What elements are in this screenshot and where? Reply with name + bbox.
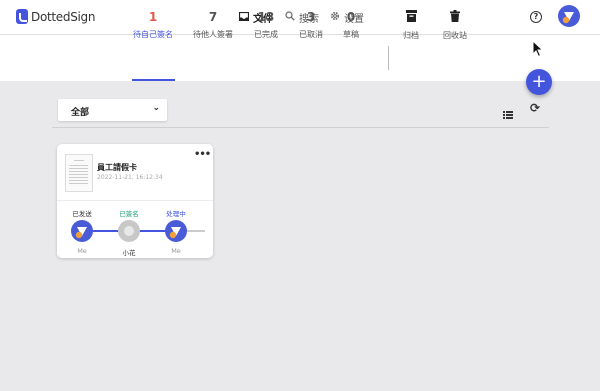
document-title[interactable]: 員工請假卡 [97,162,137,173]
trash-icon [443,10,467,25]
tabs-divider [388,46,389,70]
logo-text: DottedSign [31,9,96,24]
user-avatar[interactable] [558,5,580,27]
signer-avatar-xiaohua [118,220,140,242]
signer-avatar-me [165,220,187,242]
tab-label: 已取消 [299,30,323,39]
tab-awaiting-me[interactable]: 1 待自己簽名 [133,10,173,40]
signer-name: 小花 [122,249,136,257]
tab-archive[interactable]: 归档 [403,10,419,41]
gear-icon [330,11,340,24]
document-date: 2022-11-21, 16:12:34 [97,174,163,181]
tab-count: 7 [208,10,218,24]
tab-count: 1 [148,10,158,24]
stage-status-processing: 处理中 [166,210,186,218]
help-icon[interactable]: ? [530,11,542,23]
tab-trash[interactable]: 回收站 [443,10,467,41]
archive-icon [403,10,419,25]
tab-completed[interactable]: 13 已完成 [254,10,278,40]
status-filter-select[interactable]: 全部 ⌄ [58,99,167,121]
app-logo[interactable]: DottedSign [16,9,95,24]
tab-label: 草稿 [343,30,359,39]
tab-cancelled[interactable]: 3 已取消 [299,10,323,40]
document-thumbnail [65,154,93,192]
filter-value: 全部 [71,108,90,118]
tab-count: 13 [257,10,275,24]
dottedsign-logo-icon [16,9,28,24]
toolbar-divider [52,127,549,128]
chevron-down-icon: ⌄ [152,103,160,113]
tab-label: 已完成 [254,30,278,39]
tab-count: 3 [306,10,316,24]
tab-label: 回收站 [443,31,467,40]
tab-drafts[interactable]: 0 草稿 [343,10,359,40]
tab-count: 0 [346,10,356,24]
search-icon [285,11,295,24]
signer-name: Me [77,247,87,255]
status-tabs-bar [0,35,600,81]
inbox-icon [238,11,250,24]
stage-status-sent: 已发送 [72,210,92,218]
card-divider [57,200,213,201]
refresh-icon[interactable]: ⟳ [530,101,540,115]
tab-label: 待自己簽名 [133,30,173,39]
signer-name: Me [171,247,181,255]
stage-status-signed: 已簽名 [119,210,139,218]
list-view-icon[interactable] [503,104,513,123]
mouse-cursor-icon [532,39,544,62]
tab-awaiting-others[interactable]: 7 待他人簽署 [193,10,233,40]
document-card[interactable]: 員工請假卡 2022-11-21, 16:12:34 ••• 已发送 已簽名 处… [57,144,213,258]
more-options-icon[interactable]: ••• [194,149,211,160]
signer-avatar-me [71,220,93,242]
tab-label: 待他人簽署 [193,30,233,39]
tab-label: 归档 [403,31,419,40]
create-document-fab[interactable]: + [526,69,552,95]
active-tab-indicator [132,79,175,81]
